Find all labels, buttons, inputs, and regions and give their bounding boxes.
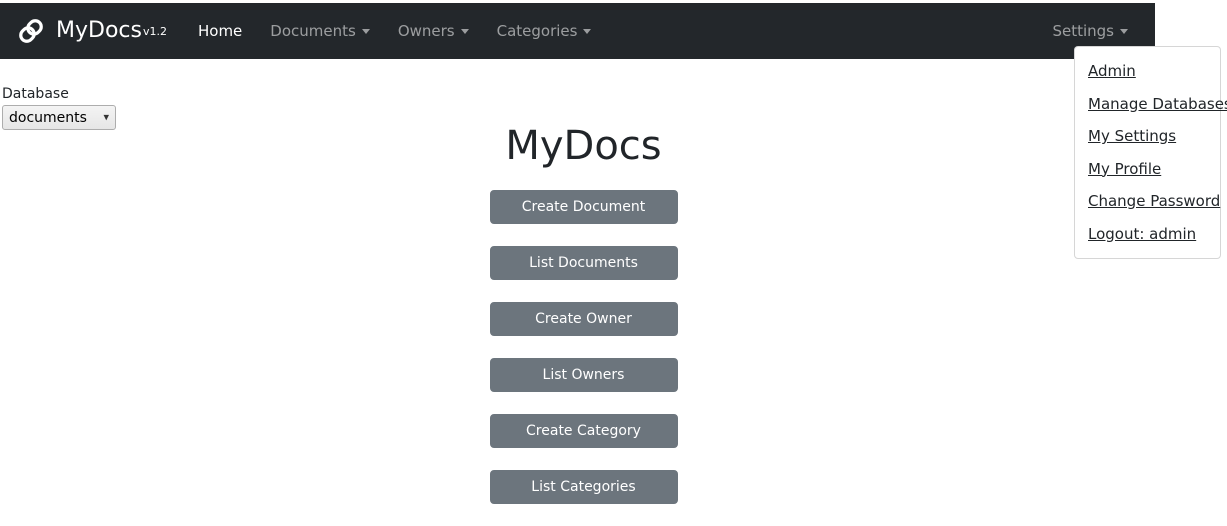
create-category-button[interactable]: Create Category — [489, 414, 678, 448]
chain-link-icon — [14, 14, 48, 48]
brand-name: MyDocs — [56, 18, 142, 43]
page-title: MyDocs — [505, 123, 662, 169]
create-owner-button[interactable]: Create Owner — [489, 302, 678, 336]
nav-item-home[interactable]: Home — [187, 16, 253, 46]
chevron-down-icon — [1120, 28, 1128, 34]
nav-item-documents[interactable]: Documents — [259, 16, 381, 46]
nav-item-settings[interactable]: Settings — [1041, 16, 1139, 46]
brand-logo-link[interactable]: MyDocs v1.2 — [14, 14, 167, 48]
nav-item-documents-label: Documents — [270, 22, 356, 40]
menu-item-manage-databases[interactable]: Manage Databases — [1075, 88, 1227, 121]
list-documents-button[interactable]: List Documents — [489, 246, 678, 280]
menu-item-my-profile[interactable]: My Profile — [1075, 153, 1220, 186]
menu-item-admin[interactable]: Admin — [1075, 55, 1220, 88]
nav-item-categories[interactable]: Categories — [486, 16, 603, 46]
nav-item-owners[interactable]: Owners — [387, 16, 480, 46]
navbar-right-section: Settings — [1041, 16, 1155, 46]
nav-item-settings-label: Settings — [1052, 22, 1114, 40]
nav-item-categories-label: Categories — [496, 22, 578, 40]
chevron-down-icon — [361, 28, 370, 34]
menu-item-my-settings[interactable]: My Settings — [1075, 120, 1220, 153]
main-content: MyDocs Create Document List Documents Cr… — [0, 59, 1167, 526]
nav-item-owners-label: Owners — [397, 22, 455, 40]
menu-item-change-password[interactable]: Change Password — [1075, 185, 1220, 218]
menu-item-logout[interactable]: Logout: admin — [1075, 218, 1220, 251]
chevron-down-icon — [460, 28, 469, 34]
settings-dropdown-menu: Admin Manage Databases My Settings My Pr… — [1074, 46, 1227, 259]
chevron-down-icon — [583, 28, 592, 34]
list-categories-button[interactable]: List Categories — [489, 470, 678, 504]
create-document-button[interactable]: Create Document — [489, 190, 678, 224]
brand-version: v1.2 — [142, 24, 167, 38]
action-button-stack: Create Document List Documents Create Ow… — [0, 190, 1167, 526]
nav-links: Home Documents Owners Categories — [187, 16, 608, 46]
list-owners-button[interactable]: List Owners — [489, 358, 678, 392]
nav-item-home-label: Home — [197, 22, 243, 40]
top-navbar: MyDocs v1.2 Home Documents Owners Categor… — [0, 3, 1155, 59]
